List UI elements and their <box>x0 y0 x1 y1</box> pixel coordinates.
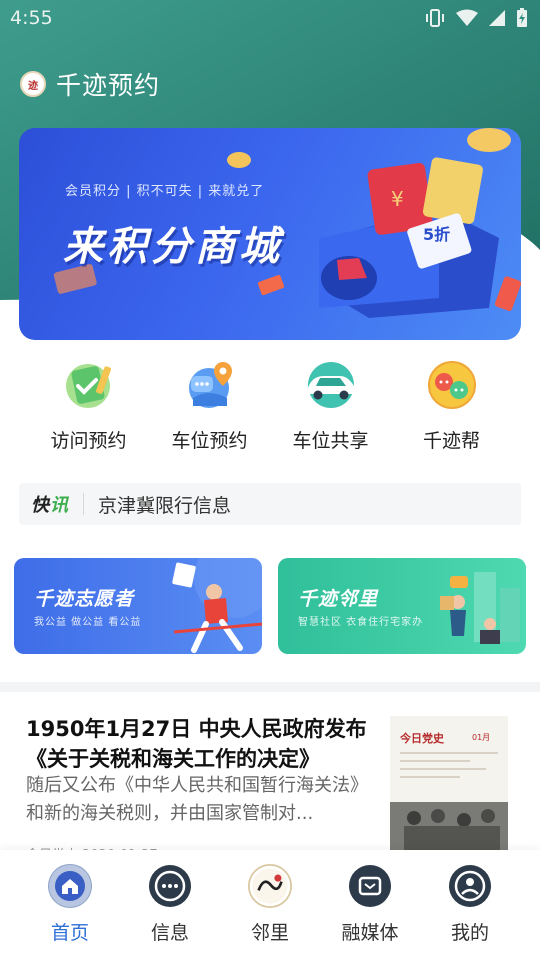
nav-label: 首页 <box>50 922 89 944</box>
banner-tagline: 会员积分 | 积不可失 | 来就兑了 <box>65 184 265 199</box>
volunteer-card[interactable]: 千迹志愿者 我公益 做公益 看公益 <box>14 558 262 654</box>
quick-action-label: 车位共享 <box>292 430 369 452</box>
nav-neighborhood[interactable]: 邻里 <box>224 850 316 960</box>
ticker-badge-dark: 快 <box>31 495 50 516</box>
thumbnail-photo <box>390 752 508 852</box>
app-logo-icon: 迹 <box>20 71 46 97</box>
nav-label: 邻里 <box>250 922 289 944</box>
promo-subtitle: 我公益 做公益 看公益 <box>34 617 142 628</box>
ticker-badge: 快讯 <box>31 491 69 517</box>
wifi-icon <box>456 9 478 27</box>
battery-charging-icon <box>516 8 528 28</box>
nav-home[interactable]: 首页 <box>24 850 116 960</box>
nav-label: 融媒体 <box>341 922 399 944</box>
cellular-signal-icon <box>488 9 506 27</box>
message-icon <box>148 864 192 908</box>
quick-action-qianji-help[interactable]: 千迹帮 <box>391 358 512 453</box>
vibrate-icon <box>424 9 446 27</box>
parking-share-icon <box>304 358 358 412</box>
neighborhood-card[interactable]: 千迹邻里 智慧社区 衣食住行宅家办 <box>278 558 526 654</box>
quick-actions: 访问预约 车位预约 车位共享 千迹帮 <box>28 358 512 453</box>
banner-headline: 来积分商城 <box>63 224 283 270</box>
article-summary: 随后又公布《中华人民共和国暂行海关法》和新的海关税则，并由国家管制对... <box>26 775 368 824</box>
app-header: 迹 千迹预约 <box>20 66 160 102</box>
quick-action-parking-share[interactable]: 车位共享 <box>270 358 391 453</box>
svg-text:¥: ¥ <box>391 187 404 211</box>
ticker-divider <box>83 493 84 515</box>
promo-title: 千迹志愿者 <box>34 588 135 610</box>
visit-reservation-icon <box>62 358 116 412</box>
article-title: 1950年1月27日 中央人民政府发布《关于关税和海关工作的决定》 <box>26 717 367 771</box>
neighborhood-logo-icon <box>248 864 292 908</box>
promo-title: 千迹邻里 <box>298 588 379 610</box>
discount-tag-icon: 5折 <box>423 225 450 244</box>
bottom-navigation: 首页 信息 邻里 融媒体 我的 <box>0 850 540 960</box>
home-icon <box>48 864 92 908</box>
ticker-badge-green: 讯 <box>50 495 69 516</box>
points-mall-banner[interactable]: ¥ 会员积分 | 积不可失 | 来就兑了 来积分商城 5折 <box>19 128 521 340</box>
quick-action-label: 千迹帮 <box>422 430 480 452</box>
quick-action-label: 访问预约 <box>50 430 127 452</box>
profile-icon <box>448 864 492 908</box>
nav-profile[interactable]: 我的 <box>424 850 516 960</box>
status-time: 4:55 <box>10 7 53 29</box>
quick-action-visit-reservation[interactable]: 访问预约 <box>28 358 149 453</box>
status-bar: 4:55 <box>0 0 540 36</box>
news-ticker[interactable]: 快讯 京津冀限行信息 <box>19 483 521 525</box>
ticker-text: 京津冀限行信息 <box>98 494 232 517</box>
banner-badge: 5折 <box>423 225 450 244</box>
nav-message[interactable]: 信息 <box>124 850 216 960</box>
app-screen: 4:55 迹 千迹预约 ¥ 会员积分 | 积不可失 | 来就兑了 来积分商城 5… <box>0 0 540 960</box>
article-thumbnail: 今日党史 01月 <box>390 716 508 852</box>
media-icon <box>348 864 392 908</box>
parking-reservation-icon <box>183 358 237 412</box>
nav-label: 信息 <box>150 922 189 944</box>
quick-action-label: 车位预约 <box>171 430 248 452</box>
nav-media[interactable]: 融媒体 <box>324 850 416 960</box>
status-icons <box>424 8 528 28</box>
quick-action-parking-reservation[interactable]: 车位预约 <box>149 358 270 453</box>
qianji-help-icon <box>425 358 479 412</box>
promo-subtitle: 智慧社区 衣食住行宅家办 <box>298 617 424 628</box>
news-article[interactable]: 1950年1月27日 中央人民政府发布《关于关税和海关工作的决定》 随后又公布《… <box>26 712 516 852</box>
nav-label: 我的 <box>450 922 489 944</box>
app-title: 千迹预约 <box>56 71 161 100</box>
section-divider <box>0 682 540 692</box>
